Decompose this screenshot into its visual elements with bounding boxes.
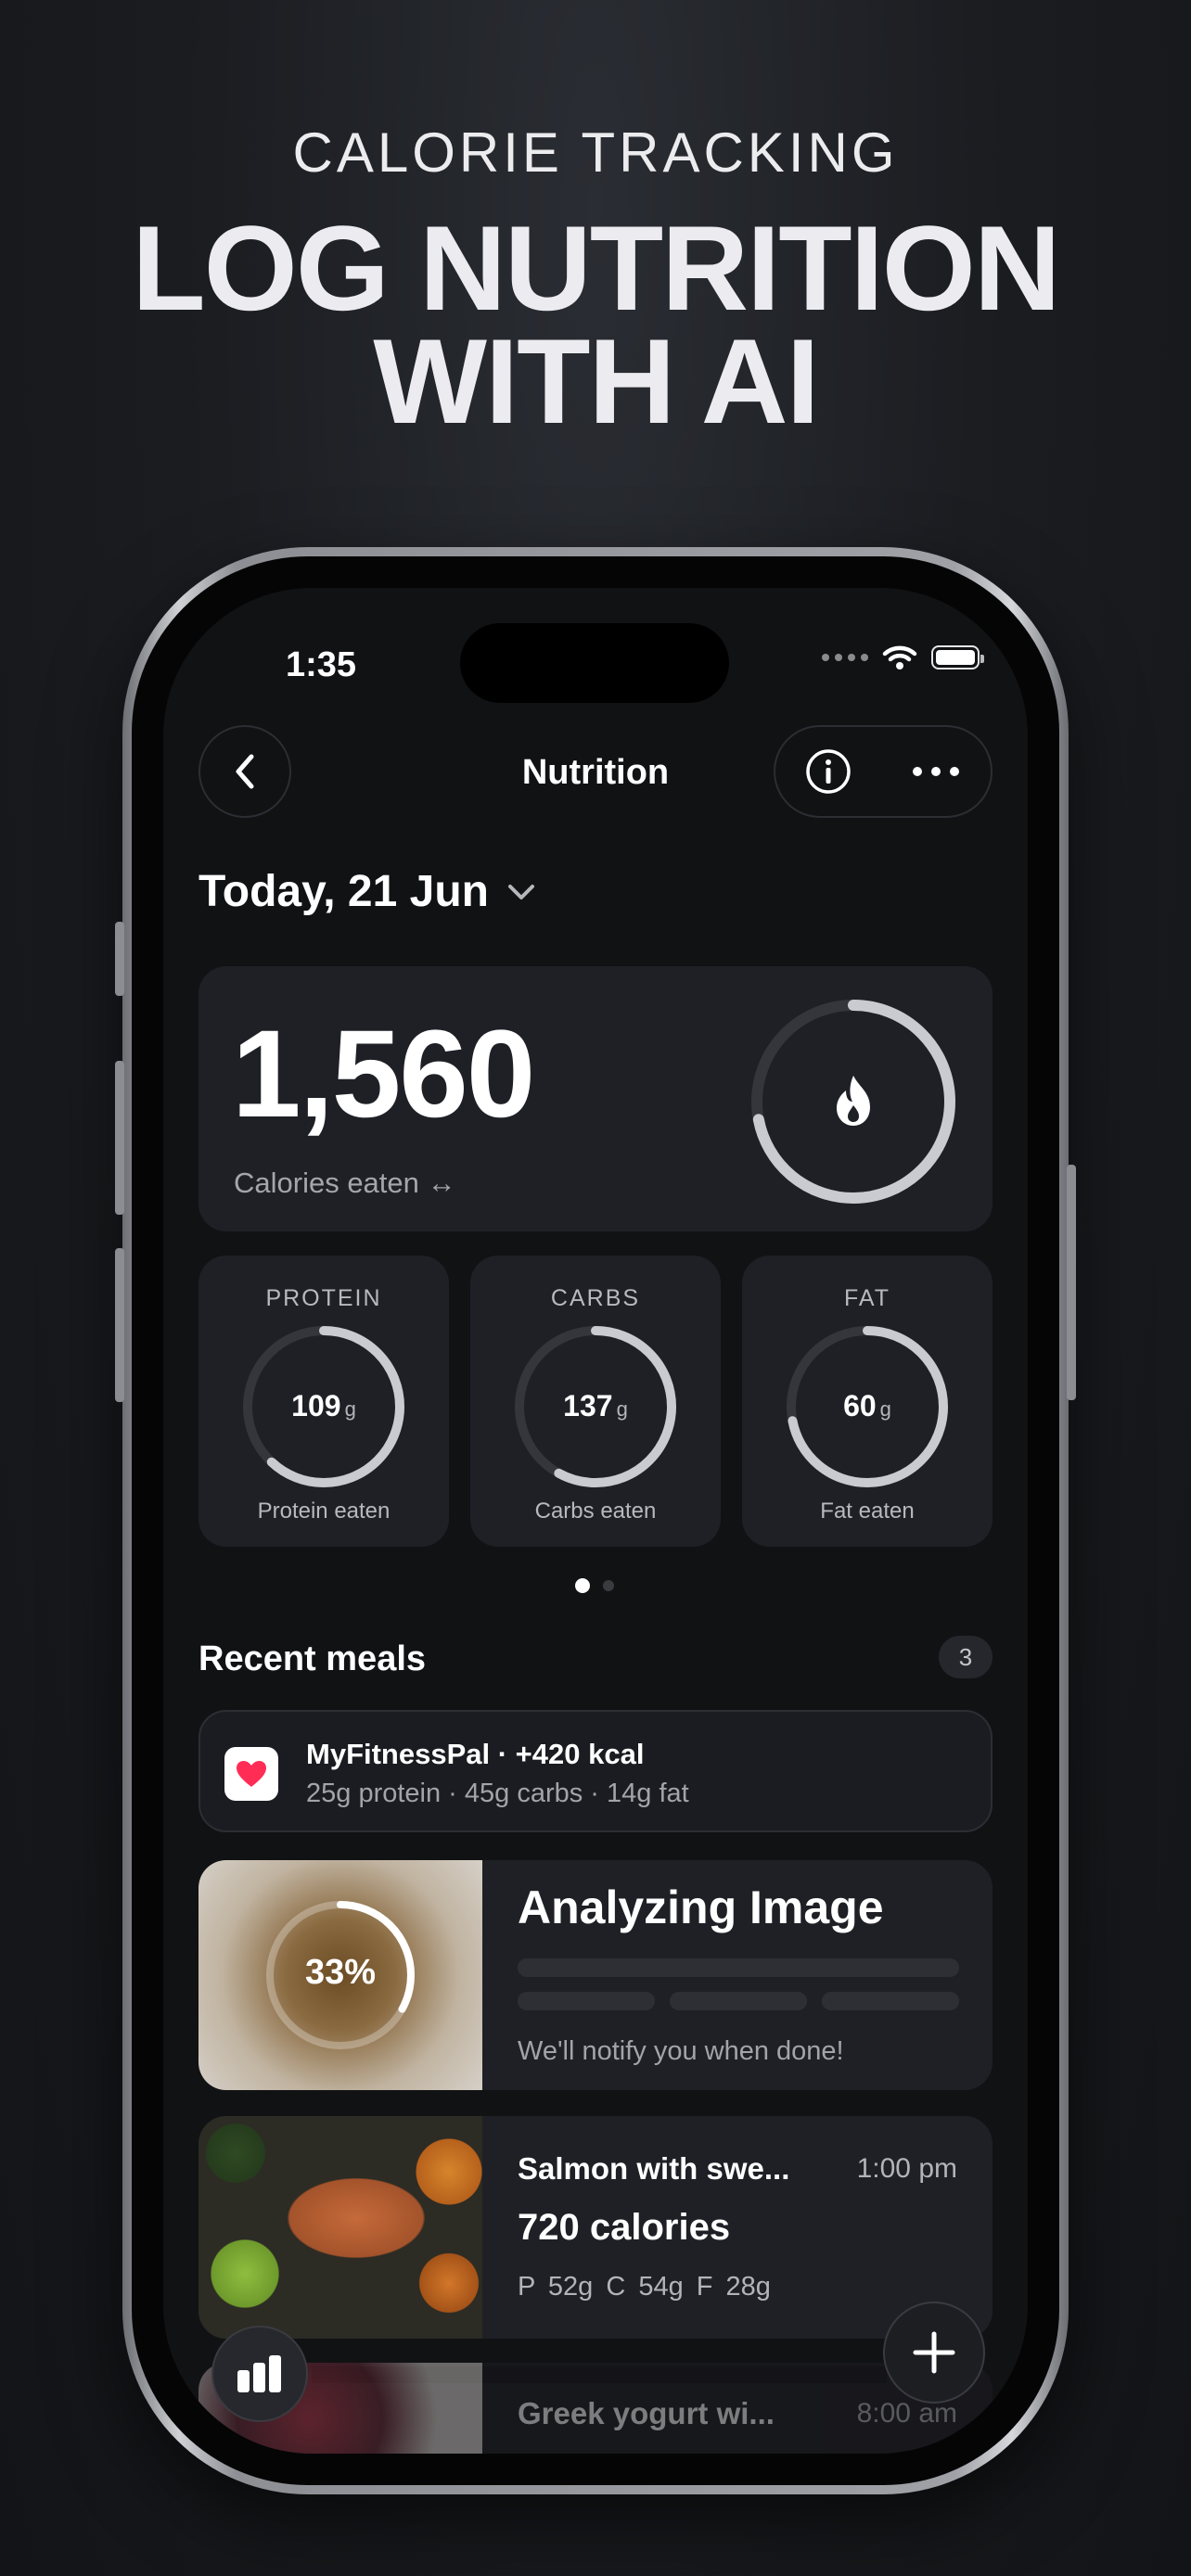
macro-card-carbs[interactable]: CARBS 137 g Carbs eaten [470,1256,721,1547]
macro-card-fat[interactable]: FAT 60 g Fat eaten [742,1256,992,1547]
macro-title: CARBS [550,1285,641,1311]
side-button-volume-down [115,1248,124,1402]
analyzing-note: We'll notify you when done! [518,2036,844,2066]
sync-title: MyFitnessPal · +420 kcal [306,1738,645,1770]
side-button-power [1067,1165,1076,1400]
macro-label: Fat eaten [820,1498,915,1524]
hero-headline: LOG NUTRITION WITH AI [0,200,1191,449]
skeleton-line [670,1992,807,2010]
macro-value: 60 g [843,1389,891,1422]
analyzing-title: Analyzing Image [518,1881,884,1933]
macro-label: Protein eaten [257,1498,391,1524]
more-icon[interactable] [910,764,962,779]
side-button-mute [115,922,124,996]
page-dot[interactable] [603,1580,614,1591]
macro-label: Carbs eaten [534,1498,657,1524]
add-meal-button[interactable] [883,2302,985,2404]
meal-name: Greek yogurt wi... [518,2396,775,2430]
meal-card[interactable]: Salmon with swe... 1:00 pm 720 calories … [198,2116,992,2339]
meal-card[interactable]: Greek yogurt wi... 8:00 am [198,2363,992,2454]
flame-icon [837,1076,870,1126]
headline-line-1: LOG NUTRITION [132,200,1060,336]
meal-time: 1:00 pm [856,2153,957,2184]
calories-ring [751,1000,955,1204]
page-indicator[interactable] [575,1578,614,1593]
signal-icon [822,654,868,661]
dynamic-island [460,623,729,703]
calories-card[interactable]: 1,560 Calories eaten ↔ [198,966,992,1231]
hero-eyebrow: CALORIE TRACKING [292,121,899,184]
status-icons [822,644,984,671]
page-dot-active[interactable] [575,1578,590,1593]
calories-value: 1,560 [232,1005,535,1143]
phone-screen: 1:35 Nutrition Today, 21 Jun 1,560 Calor… [163,588,1028,2454]
bar-chart-icon [237,2355,281,2392]
macro-value: 109 g [291,1389,356,1422]
nav-actions [774,725,992,818]
status-time: 1:35 [286,645,357,684]
analysis-progress-label: 33% [304,1953,377,1992]
sync-subtitle: 25g protein · 45g carbs · 14g fat [306,1779,689,1808]
stats-button[interactable] [211,2326,308,2422]
recent-meals-title: Recent meals [198,1639,427,1678]
meal-calories: 720 calories [518,2207,731,2248]
date-label: Today, 21 Jun [198,867,489,916]
analyzing-card[interactable]: 33% Analyzing Image We'll notify you whe… [198,1860,992,2090]
analyzing-image-thumbnail: 33% [198,1860,482,2090]
skeleton-line [822,1992,959,2010]
heart-icon [237,1761,266,1787]
chevron-down-icon [507,884,534,899]
calories-label: Calories eaten ↔ [234,1167,456,1199]
battery-icon [931,645,984,670]
macro-title: FAT [844,1285,890,1311]
info-icon[interactable] [804,747,852,796]
plus-icon [913,2331,955,2374]
date-selector[interactable]: Today, 21 Jun [198,866,537,917]
skeleton-line [518,1958,959,1977]
recent-meals-count-badge: 3 [939,1636,992,1678]
headline-line-2: WITH AI [373,313,819,449]
app-health-icon [224,1747,278,1801]
meal-photo [198,2116,482,2339]
meal-macros: P 52g C 54g F 28g [518,2272,771,2302]
skeleton-line [518,1992,655,2010]
macro-title: PROTEIN [265,1285,382,1311]
meal-name: Salmon with swe... [518,2151,790,2186]
wifi-icon [882,645,917,670]
sync-item-myfitnesspal[interactable]: MyFitnessPal · +420 kcal 25g protein · 4… [198,1710,992,1832]
macro-value: 137 g [563,1389,628,1422]
side-button-volume-up [115,1061,124,1215]
macro-card-protein[interactable]: PROTEIN 109 g Protein eaten [198,1256,449,1547]
